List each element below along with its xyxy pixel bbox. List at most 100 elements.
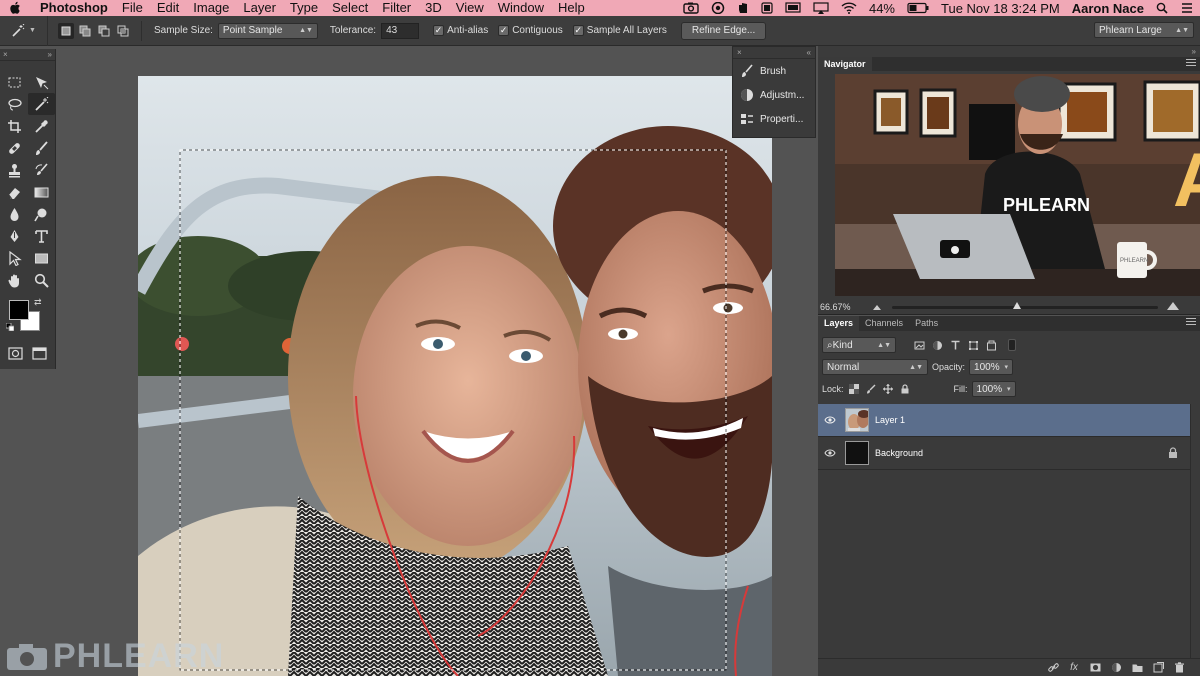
close-icon[interactable]: × <box>3 50 8 59</box>
anti-alias-checkbox[interactable]: ✓ Anti-alias <box>433 25 488 36</box>
tools-panel-header[interactable]: × » <box>0 49 55 61</box>
filter-shape-layers-icon[interactable] <box>966 338 980 352</box>
display-icon[interactable] <box>779 0 807 16</box>
tolerance-input[interactable]: 43 <box>381 22 420 39</box>
zoom-tool[interactable] <box>28 269 55 291</box>
dodge-tool[interactable] <box>28 203 55 225</box>
intersect-selection-button[interactable] <box>115 23 131 39</box>
tab-layers[interactable]: Layers <box>818 316 860 331</box>
layer-row-background[interactable]: Background <box>818 437 1190 470</box>
brush-tool[interactable] <box>28 137 55 159</box>
user-name[interactable]: Aaron Nace <box>1066 0 1150 16</box>
gradient-tool[interactable] <box>28 181 55 203</box>
clock[interactable]: Tue Nov 18 3:24 PM <box>935 0 1066 16</box>
spotlight-search-icon[interactable] <box>1150 0 1174 16</box>
screen-mode-icon[interactable] <box>32 347 47 360</box>
lock-all-icon[interactable] <box>899 383 912 396</box>
lock-position-icon[interactable] <box>882 383 895 396</box>
layer-name[interactable]: Background <box>875 448 923 458</box>
history-brush-tool[interactable] <box>28 159 55 181</box>
clone-stamp-tool[interactable] <box>1 159 28 181</box>
menu-window[interactable]: Window <box>491 0 551 16</box>
layer-style-fx-button[interactable]: fx <box>1067 661 1081 675</box>
menu-file[interactable]: File <box>115 0 150 16</box>
lock-image-pixels-icon[interactable] <box>865 383 878 396</box>
document-canvas[interactable] <box>138 76 772 676</box>
menu-app-name[interactable]: Photoshop <box>30 0 115 16</box>
zoom-slider-handle[interactable] <box>1013 302 1021 309</box>
filter-pixel-layers-icon[interactable] <box>912 338 926 352</box>
menu-edit[interactable]: Edit <box>150 0 186 16</box>
wifi-icon[interactable] <box>835 0 863 16</box>
battery-icon[interactable] <box>901 0 935 16</box>
opacity-field[interactable]: 100% ▾ <box>969 359 1014 375</box>
filter-type-layers-icon[interactable] <box>948 338 962 352</box>
dock-item-brush[interactable]: Brush <box>733 59 815 83</box>
zoom-level[interactable]: 66.67% <box>820 302 851 312</box>
healing-brush-tool[interactable] <box>1 137 28 159</box>
apple-icon[interactable] <box>0 1 30 15</box>
pen-tool[interactable] <box>1 225 28 247</box>
eraser-tool[interactable] <box>1 181 28 203</box>
dock-item-properties[interactable]: Properti... <box>733 107 815 131</box>
zoom-in-icon[interactable] <box>1166 301 1180 311</box>
sample-all-layers-checkbox[interactable]: ✓ Sample All Layers <box>572 25 667 36</box>
foreground-color-swatch[interactable] <box>9 300 29 320</box>
new-adjustment-layer-icon[interactable] <box>1109 661 1123 675</box>
layer-row-layer-1[interactable]: Layer 1 <box>818 404 1190 437</box>
new-selection-button[interactable] <box>58 22 74 39</box>
quick-mask-icon[interactable] <box>8 347 23 360</box>
expand-icon[interactable]: « <box>807 48 811 57</box>
rectangle-tool[interactable] <box>28 247 55 269</box>
default-colors-icon[interactable] <box>6 323 14 331</box>
hand-tool[interactable] <box>1 269 28 291</box>
lasso-tool[interactable] <box>1 93 28 115</box>
filter-toggle-switch[interactable] <box>1008 339 1016 351</box>
move-tool[interactable] <box>28 71 55 93</box>
menu-3d[interactable]: 3D <box>418 0 449 16</box>
add-to-selection-button[interactable] <box>77 23 93 39</box>
menu-filter[interactable]: Filter <box>375 0 418 16</box>
refine-edge-button[interactable]: Refine Edge... <box>680 21 767 40</box>
layer-filter-kind-dropdown[interactable]: ⌕Kind ▲▼ <box>822 337 896 353</box>
collapse-icon[interactable]: » <box>1192 47 1196 56</box>
panel-menu-icon[interactable] <box>1186 59 1196 68</box>
dropbox-icon[interactable] <box>755 0 779 16</box>
zoom-out-icon[interactable] <box>872 303 882 311</box>
eyedropper-tool[interactable] <box>28 115 55 137</box>
lock-transparent-pixels-icon[interactable] <box>848 383 861 396</box>
trash-delete-layer-icon[interactable] <box>1172 661 1186 675</box>
visibility-eye-icon[interactable] <box>818 416 842 424</box>
blur-tool[interactable] <box>1 203 28 225</box>
tab-paths[interactable]: Paths <box>909 316 944 331</box>
navigator-preview[interactable]: A PHLEARN PHLEARN <box>835 74 1200 296</box>
panel-column-header[interactable]: » <box>818 46 1200 57</box>
link-layers-icon[interactable] <box>1046 661 1060 675</box>
tab-channels[interactable]: Channels <box>859 316 909 331</box>
blend-mode-dropdown[interactable]: Normal ▲▼ <box>822 359 928 375</box>
zoom-slider-track[interactable] <box>892 306 1158 309</box>
tab-navigator[interactable]: Navigator <box>818 57 872 71</box>
menu-view[interactable]: View <box>449 0 491 16</box>
notification-center-icon[interactable] <box>1174 0 1200 16</box>
subtract-from-selection-button[interactable] <box>96 23 112 39</box>
layers-scrollbar[interactable] <box>1190 404 1200 674</box>
tool-preset-picker[interactable]: ▼ <box>0 15 48 46</box>
collapse-icon[interactable]: » <box>48 50 52 59</box>
menu-type[interactable]: Type <box>283 0 325 16</box>
filter-smart-objects-icon[interactable] <box>984 338 998 352</box>
type-tool[interactable] <box>28 225 55 247</box>
camera-icon[interactable] <box>677 0 705 16</box>
marquee-tool[interactable] <box>1 71 28 93</box>
contiguous-checkbox[interactable]: ✓ Contiguous <box>498 25 563 36</box>
menu-select[interactable]: Select <box>325 0 375 16</box>
crop-tool[interactable] <box>1 115 28 137</box>
sample-size-dropdown[interactable]: Point Sample ▲▼ <box>217 22 318 39</box>
magic-wand-tool[interactable] <box>28 93 55 115</box>
creative-cloud-icon[interactable] <box>705 0 731 16</box>
menu-layer[interactable]: Layer <box>236 0 283 16</box>
filter-adjustment-layers-icon[interactable] <box>930 338 944 352</box>
panel-menu-icon[interactable] <box>1186 318 1196 327</box>
dock-item-adjustments[interactable]: Adjustm... <box>733 83 815 107</box>
new-group-folder-icon[interactable] <box>1130 661 1144 675</box>
